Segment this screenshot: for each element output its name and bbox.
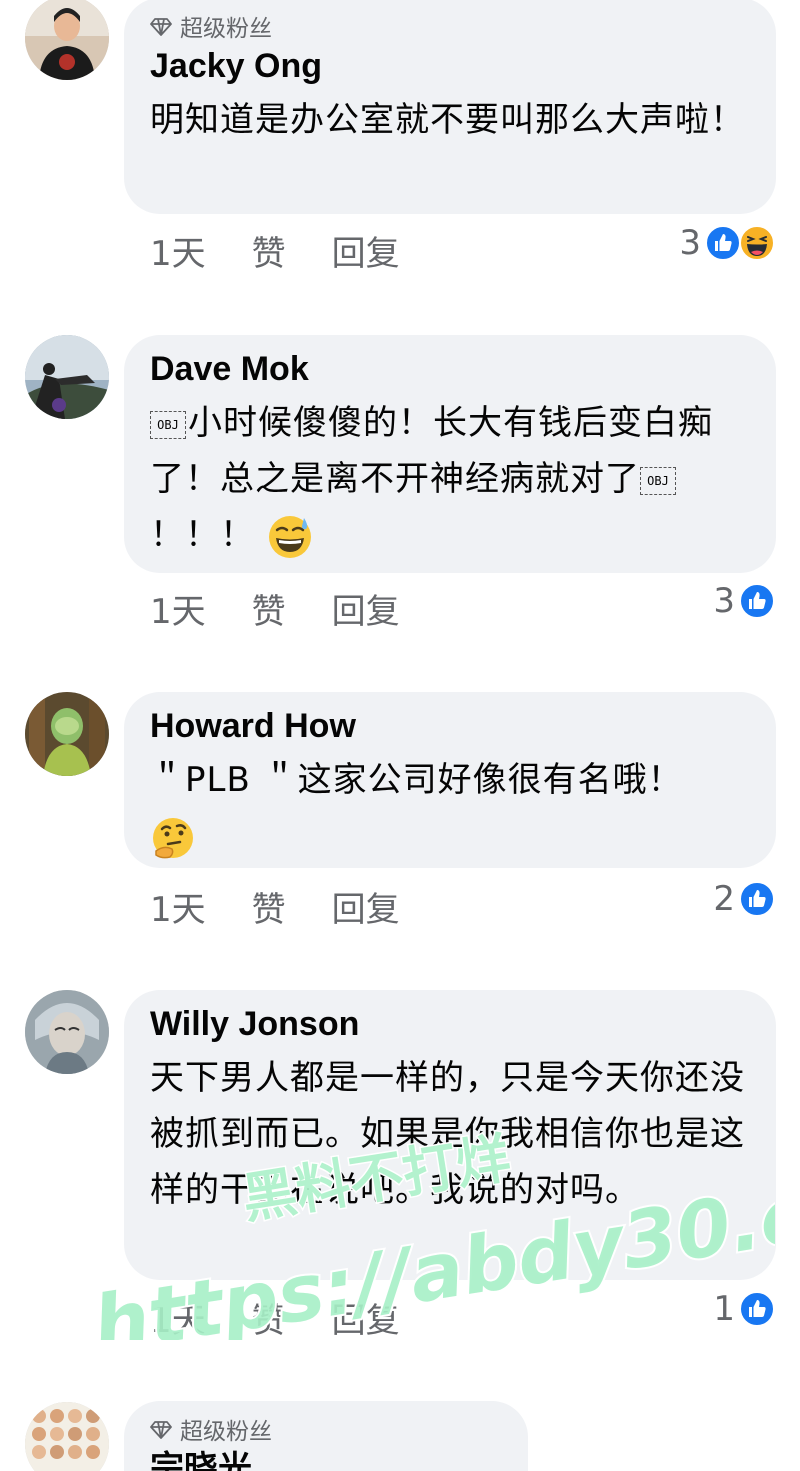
avatar-image	[25, 692, 109, 776]
comment-time: 1天	[150, 591, 206, 632]
comment-text: 天下男人都是一样的，只是今天你还没被抓到而已。如果是你我相信你也是这样的干完在说…	[150, 1058, 745, 1210]
like-icon	[739, 583, 775, 619]
avatar[interactable]	[25, 692, 109, 776]
comment-text-tail: ！！！	[150, 515, 255, 555]
reaction-count: 2	[713, 879, 735, 919]
comment-actions: 1天 赞 回复	[150, 225, 400, 275]
reaction-count: 1	[713, 1289, 735, 1329]
avatar[interactable]	[25, 1402, 109, 1471]
comment-bubble: 超级粉丝 Jacky Ong 明知道是办公室就不要叫那么大声啦！	[124, 0, 776, 214]
object-placeholder-icon: OBJ	[150, 410, 186, 439]
super-fan-label: 超级粉丝	[180, 16, 272, 42]
comment-text-body: ＂PLB ＂这家公司好像很有名哦！	[150, 760, 683, 800]
object-placeholder-icon: OBJ	[640, 466, 676, 495]
like-button[interactable]: 赞	[252, 584, 286, 633]
avatar[interactable]	[25, 990, 109, 1074]
reply-button[interactable]: 回复	[332, 882, 400, 931]
comment-author[interactable]: Willy Jonson	[150, 1002, 750, 1046]
comment-text: ＂PLB ＂这家公司好像很有名哦！	[150, 752, 750, 864]
comment-time: 1天	[150, 1300, 206, 1341]
comment-item: Howard How ＂PLB ＂这家公司好像很有名哦！ 1天 赞 回复 2	[0, 690, 800, 980]
comment-item: 超级粉丝 宗晓光	[0, 1400, 800, 1471]
comment-bubble: Willy Jonson 天下男人都是一样的，只是今天你还没被抓到而已。如果是你…	[124, 990, 776, 1280]
like-button[interactable]: 赞	[252, 226, 286, 275]
like-icon	[705, 225, 741, 261]
comment-time: 1天	[150, 233, 206, 274]
comment-author[interactable]: Howard How	[150, 704, 750, 748]
reaction-summary[interactable]: 3	[713, 576, 775, 626]
reaction-summary[interactable]: 3	[679, 218, 775, 268]
diamond-icon	[150, 18, 172, 36]
reaction-count: 3	[713, 581, 735, 621]
comment-author[interactable]: 宗晓光	[150, 1447, 502, 1471]
like-icon	[739, 1291, 775, 1327]
comment-actions: 1天 赞 回复	[150, 583, 400, 633]
reaction-count: 3	[679, 223, 701, 263]
comment-bubble: 超级粉丝 宗晓光	[124, 1401, 528, 1471]
comment-bubble: Howard How ＂PLB ＂这家公司好像很有名哦！	[124, 692, 776, 868]
like-button[interactable]: 赞	[252, 1293, 286, 1342]
sweat-smile-emoji	[268, 515, 311, 558]
comment-item: Dave Mok OBJ 小时候傻傻的！长大有钱后变白痴了！总之是离不开神经病就对…	[0, 330, 800, 660]
avatar-image	[25, 335, 109, 419]
comment-actions: 1天 赞 回复	[150, 881, 400, 931]
comment-item: 超级粉丝 Jacky Ong 明知道是办公室就不要叫那么大声啦！ 1天 赞 回复…	[0, 0, 800, 300]
comment-time: 1天	[150, 889, 206, 930]
super-fan-badge: 超级粉丝	[150, 8, 750, 44]
comment-author[interactable]: Jacky Ong	[150, 44, 750, 88]
super-fan-label: 超级粉丝	[180, 1419, 272, 1445]
reaction-summary[interactable]: 2	[713, 874, 775, 924]
like-button[interactable]: 赞	[252, 882, 286, 931]
like-icon	[739, 881, 775, 917]
avatar-image	[25, 1402, 109, 1471]
avatar[interactable]	[25, 335, 109, 419]
comment-text: OBJ 小时候傻傻的！长大有钱后变白痴了！总之是离不开神经病就对了 OBJ ！！！	[150, 395, 750, 563]
comment-item: Willy Jonson 天下男人都是一样的，只是今天你还没被抓到而已。如果是你…	[0, 988, 800, 1388]
comment-text-body: 小时候傻傻的！长大有钱后变白痴了！总之是离不开神经病就对了	[150, 403, 713, 499]
reply-button[interactable]: 回复	[332, 1293, 400, 1342]
comment-bubble: Dave Mok OBJ 小时候傻傻的！长大有钱后变白痴了！总之是离不开神经病就对…	[124, 335, 776, 573]
avatar-image	[25, 990, 109, 1074]
avatar-image	[25, 0, 109, 80]
comment-author[interactable]: Dave Mok	[150, 347, 750, 391]
diamond-icon	[150, 1421, 172, 1439]
reply-button[interactable]: 回复	[332, 226, 400, 275]
thinking-emoji	[153, 817, 193, 858]
comment-actions: 1天 赞 回复	[150, 1292, 400, 1342]
super-fan-badge: 超级粉丝	[150, 1411, 502, 1447]
avatar[interactable]	[25, 0, 109, 80]
reaction-summary[interactable]: 1	[713, 1284, 775, 1334]
comment-text: 明知道是办公室就不要叫那么大声啦！	[150, 100, 745, 140]
haha-icon	[739, 225, 775, 261]
reply-button[interactable]: 回复	[332, 584, 400, 633]
